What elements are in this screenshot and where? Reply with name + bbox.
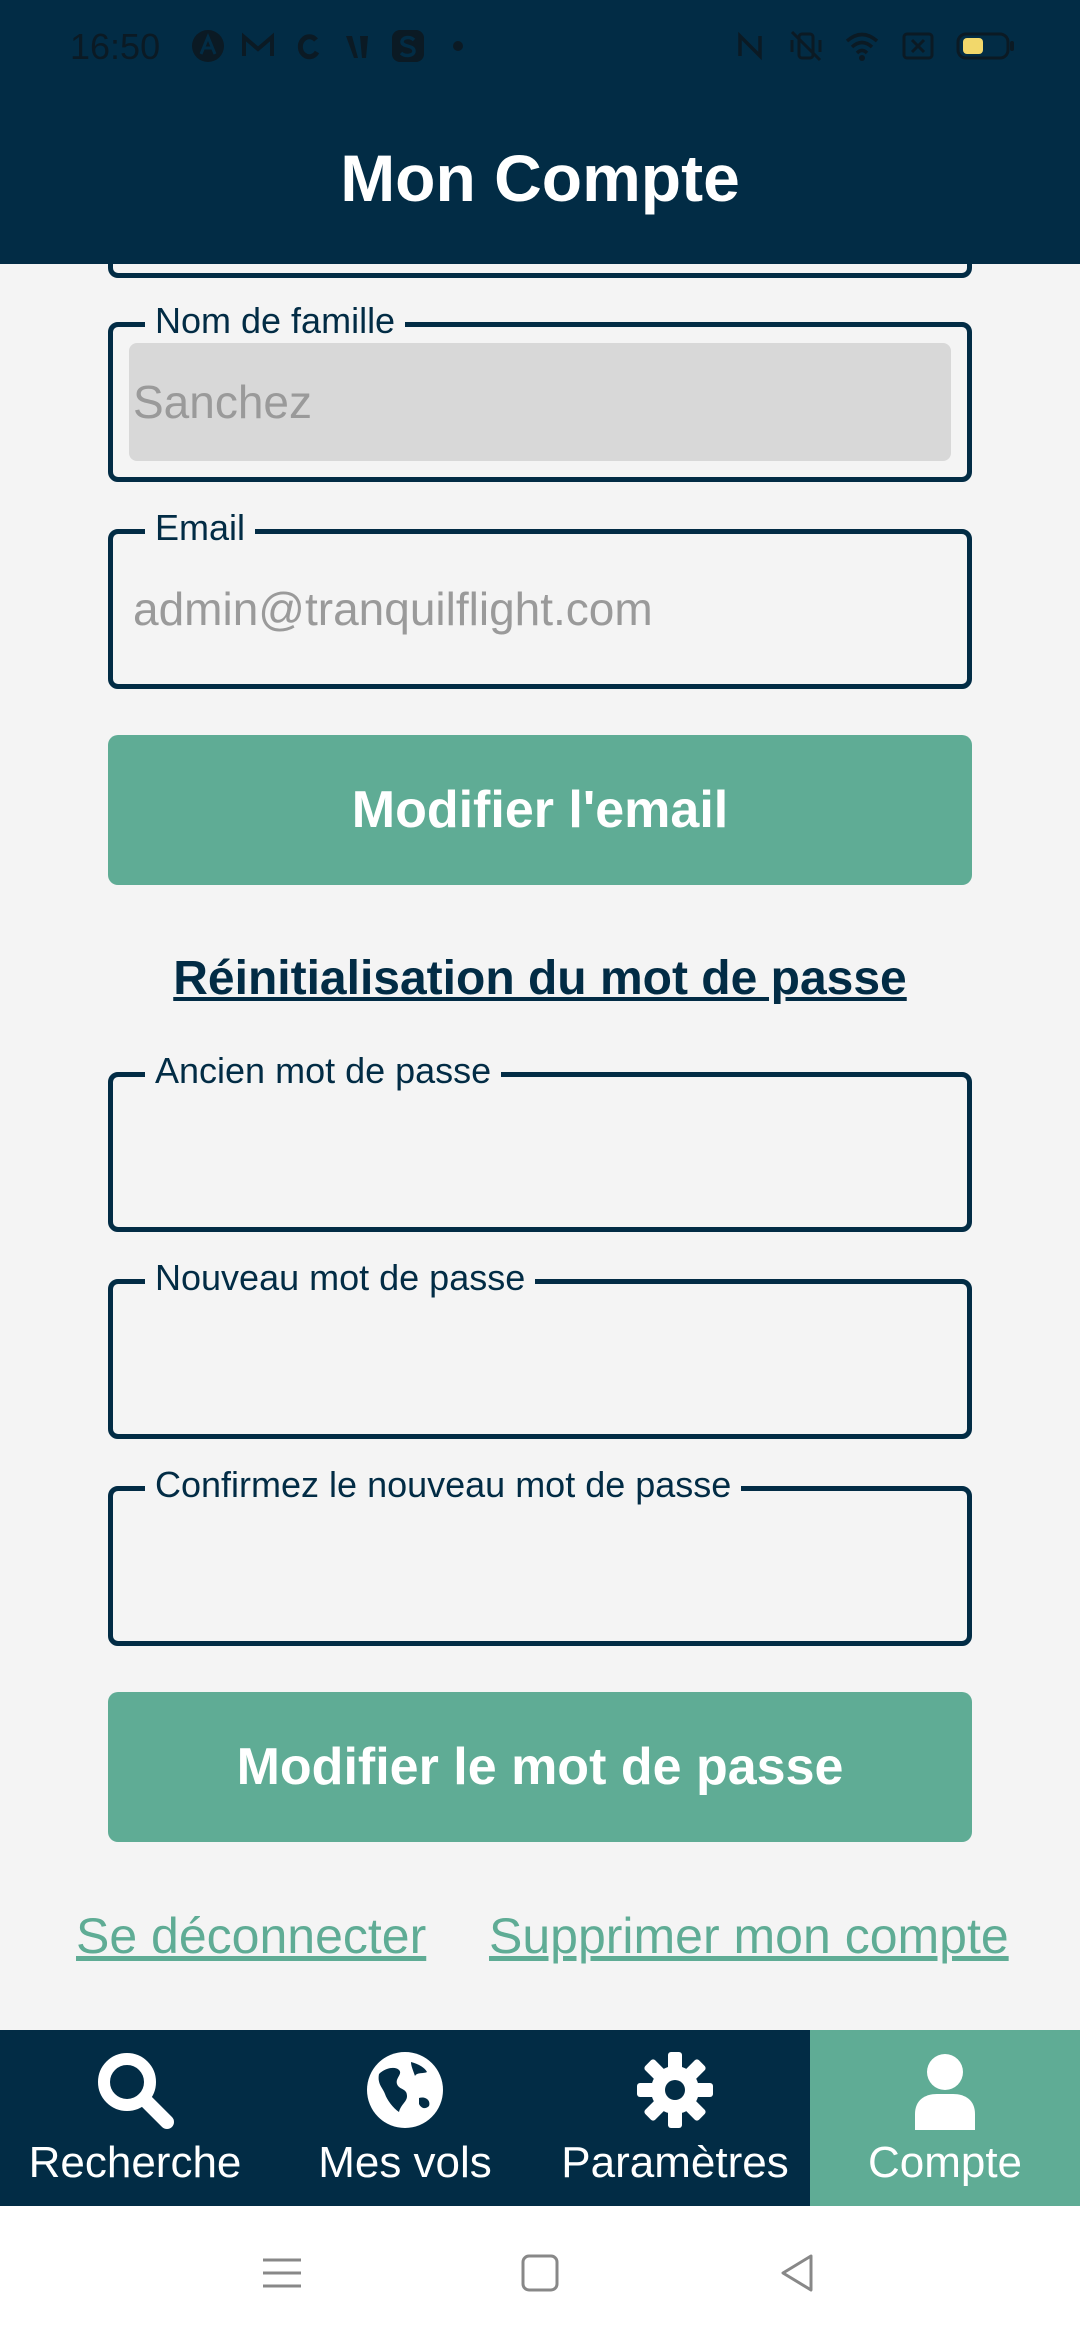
last-name-input: Sanchez [129,343,951,461]
email-field[interactable]: Email admin@tranquilflight.com [108,504,972,689]
old-password-field[interactable]: Ancien mot de passe [108,1047,972,1232]
globe-icon [367,2052,443,2128]
nav-item-compte[interactable]: Compte [810,2030,1080,2206]
account-form[interactable]: Nom de famille Sanchez Email admin@tranq… [0,264,1080,2030]
nfc-icon [738,31,762,61]
system-icons [732,28,1016,64]
nav-label-mes-vols: Mes vols [318,2138,492,2187]
modify-password-button[interactable]: Modifier le mot de passe [108,1692,972,1842]
nav-item-recherche[interactable]: Recherche [0,2030,270,2206]
last-name-field: Nom de famille Sanchez [108,297,972,482]
new-password-field[interactable]: Nouveau mot de passe [108,1254,972,1439]
nav-item-parametres[interactable]: Paramètres [540,2030,810,2206]
first-name-field[interactable] [108,264,972,278]
threads-icon [297,34,320,60]
confirm-password-input[interactable] [129,1507,951,1625]
gmail-icon [242,32,274,56]
nav-label-parametres: Paramètres [561,2138,789,2187]
logout-link[interactable]: Se déconnecter [76,1907,426,1965]
nav-label-compte: Compte [867,2138,1023,2187]
confirm-password-label: Confirmez le nouveau mot de passe [145,1461,742,1509]
email-label: Email [145,504,256,552]
old-password-input[interactable] [129,1093,951,1211]
modify-email-button[interactable]: Modifier l'email [108,735,972,885]
vibrate-icon [790,30,822,62]
delete-account-link[interactable]: Supprimer mon compte [489,1907,1009,1965]
battery-icon [956,32,1014,60]
wifi-icon [845,32,879,61]
s-icon [392,30,424,62]
status-time: 16:50 [70,26,161,67]
gear-icon [637,2052,713,2128]
confirm-password-field[interactable]: Confirmez le nouveau mot de passe [108,1461,972,1646]
sim-icon [902,32,934,60]
email-input[interactable]: admin@tranquilflight.com [129,550,951,668]
new-password-label: Nouveau mot de passe [145,1254,536,1302]
system-nav-bar [0,2206,1080,2340]
home-icon[interactable] [517,2250,563,2296]
page-title: Mon Compte [340,141,740,215]
notification-icons [190,28,476,64]
status-bar: 16:50 [0,0,1080,96]
back-icon[interactable] [775,2250,821,2296]
user-icon [915,2054,975,2130]
password-reset-title: Réinitialisation du mot de passe [173,952,907,1005]
menu-icon[interactable] [259,2250,305,2296]
a-icon [192,30,224,62]
app-header: 16:50 Mon Compte [0,0,1080,264]
new-password-input[interactable] [129,1300,951,1418]
nav-label-recherche: Recherche [28,2138,242,2187]
old-password-label: Ancien mot de passe [145,1047,502,1095]
search-icon [98,2053,174,2129]
bottom-nav: Recherche Mes vols Paramètres Compte [0,2030,1080,2206]
dot-icon [453,41,463,51]
nav-item-mes-vols[interactable]: Mes vols [270,2030,540,2206]
v-icon [346,36,368,58]
last-name-label: Nom de famille [145,297,406,345]
